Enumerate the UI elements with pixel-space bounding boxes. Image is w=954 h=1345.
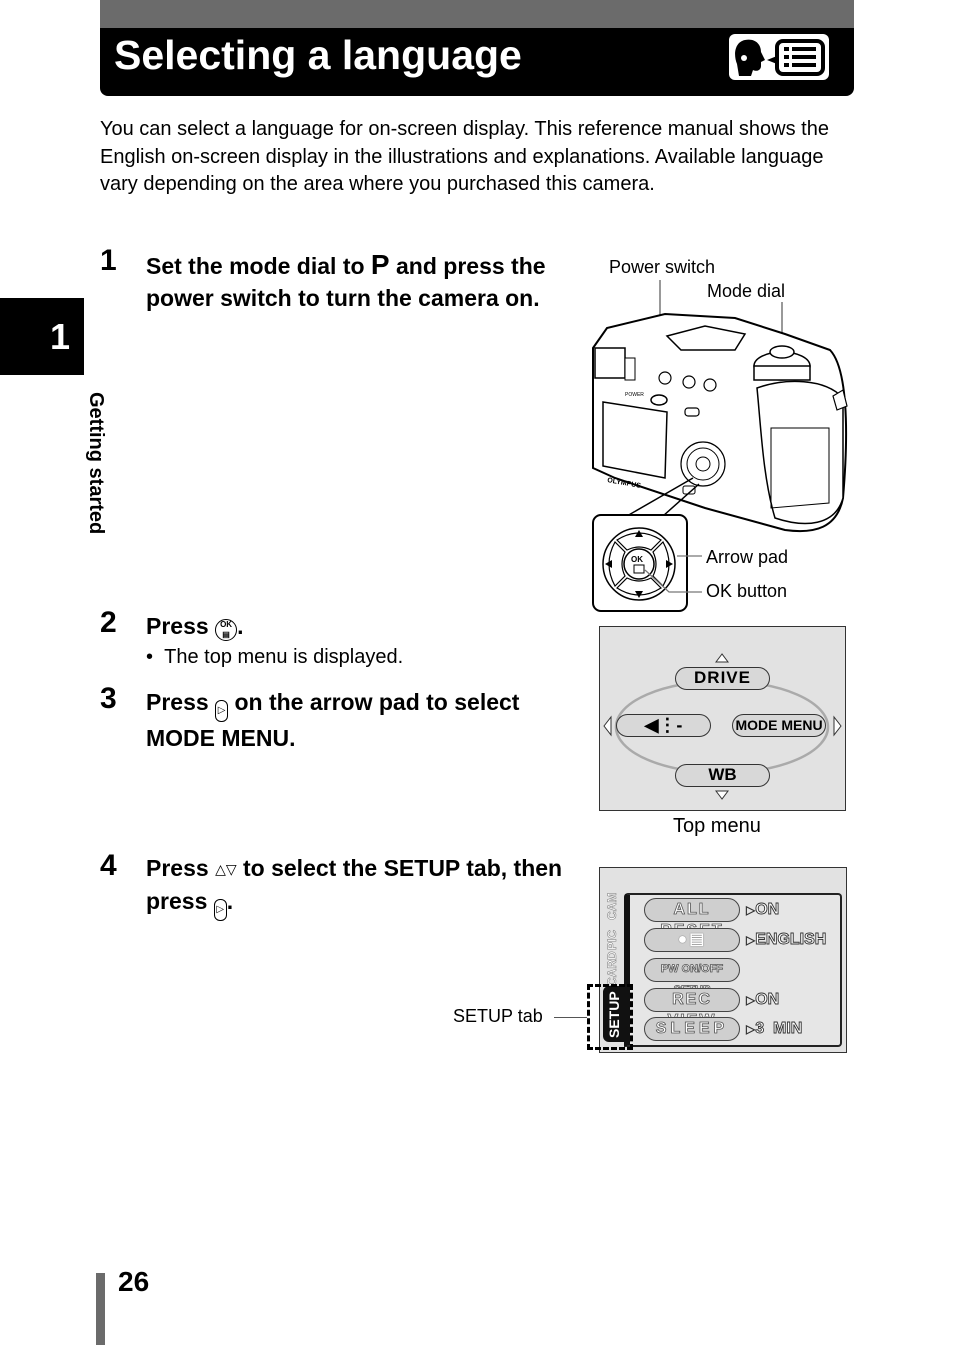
- step-4-number: 4: [100, 849, 117, 882]
- step-1-number: 1: [100, 244, 117, 277]
- power-label: POWER: [625, 392, 644, 398]
- top-menu-screen: DRIVE ◀⋮- MODE MENU WB: [599, 626, 846, 811]
- setup-tab-callout: SETUP tab: [453, 1006, 543, 1026]
- exposure-compensation-icon: ◀⋮-: [644, 715, 683, 735]
- setup-tab-highlight: [587, 984, 633, 1050]
- mode-p-symbol: P: [370, 249, 390, 280]
- header-band: [100, 0, 854, 28]
- step-1-text-a: Set the mode dial to: [146, 253, 371, 279]
- menu-wb[interactable]: WB: [675, 764, 770, 787]
- tab-cam[interactable]: CAM: [605, 892, 620, 920]
- step-1-text: Set the mode dial to P and press the pow…: [146, 249, 566, 314]
- setup-tab-leader: [554, 1017, 587, 1018]
- top-menu-caption: Top menu: [673, 815, 761, 837]
- step-4-text: Press △▽ to select the SETUP tab, then p…: [146, 852, 566, 921]
- camera-illustration: OLYMPUS POWER OK: [592, 280, 848, 612]
- menu-mode-menu[interactable]: MODE MENU: [732, 714, 826, 737]
- arrow-right-icon: ▷: [213, 899, 227, 921]
- setup-value-all-reset: ▷ON: [746, 901, 780, 919]
- ok-label: OK: [631, 555, 643, 564]
- setup-list: ALL RESET ▷ON ●▤ ▷ENGLISH PW ON/OFF SETU…: [624, 893, 842, 1047]
- setup-menu-screen: CAM PIC CARD SETUP ALL RESET ▷ON ●▤ ▷ENG…: [599, 867, 847, 1053]
- chapter-tab: 1: [0, 298, 84, 375]
- step-2-text-b: .: [237, 613, 244, 639]
- page-number: 26: [118, 1266, 150, 1297]
- page-title: Selecting a language: [114, 32, 522, 78]
- setup-row-rec-view[interactable]: REC VIEW: [644, 988, 740, 1029]
- footer-bar: [96, 1273, 105, 1345]
- setup-row-language[interactable]: ●▤: [644, 928, 740, 952]
- step-2-bullet: • The top menu is displayed.: [146, 646, 404, 668]
- value-text: ON: [755, 901, 780, 919]
- tab-card[interactable]: CARD: [605, 951, 620, 986]
- value-text: 3 MIN: [755, 1020, 803, 1038]
- step-4-text-a: Press: [146, 855, 216, 881]
- power-switch-callout: Power switch: [609, 257, 716, 277]
- step-2-text-a: Press: [146, 613, 216, 639]
- step-2-text: Press OK ▤.: [146, 610, 243, 642]
- language-speech-icon: [729, 34, 829, 80]
- value-text: ON: [755, 991, 780, 1009]
- header: Selecting a language: [100, 28, 854, 96]
- setup-row-pw-onoff[interactable]: PW ON/OFF SETUP: [644, 958, 740, 996]
- step-3-text: Press ▷ on the arrow pad to select MODE …: [146, 686, 576, 754]
- step-3-text-a: Press: [146, 689, 216, 715]
- tab-pic[interactable]: PIC: [605, 930, 620, 951]
- intro-paragraph: You can select a language for on-screen …: [100, 118, 829, 195]
- step-4-text-c: .: [226, 888, 234, 914]
- chapter-label: Getting started: [85, 392, 107, 535]
- chapter-number: 1: [49, 316, 70, 357]
- setup-value-language: ▷ENGLISH: [746, 931, 827, 949]
- setup-value-sleep: ▷3 MIN: [746, 1020, 803, 1038]
- step-3-number: 3: [100, 682, 117, 715]
- menu-drive[interactable]: DRIVE: [675, 667, 770, 690]
- ok-button-icon: OK ▤: [215, 619, 238, 641]
- arrow-up-down-icon: △▽: [215, 861, 237, 877]
- value-text: ENGLISH: [755, 931, 827, 949]
- setup-row-sleep[interactable]: SLEEP: [644, 1017, 740, 1041]
- setup-value-rec-view: ▷ON: [746, 991, 780, 1009]
- setup-row-all-reset[interactable]: ALL RESET: [644, 898, 740, 939]
- step-2-bullet-text: The top menu is displayed.: [164, 646, 404, 668]
- menu-exposure-compensation[interactable]: ◀⋮-: [616, 714, 711, 737]
- language-speech-icon: ●▤: [677, 931, 707, 948]
- step-2-number: 2: [100, 606, 117, 639]
- arrow-right-icon: ▷: [215, 700, 229, 722]
